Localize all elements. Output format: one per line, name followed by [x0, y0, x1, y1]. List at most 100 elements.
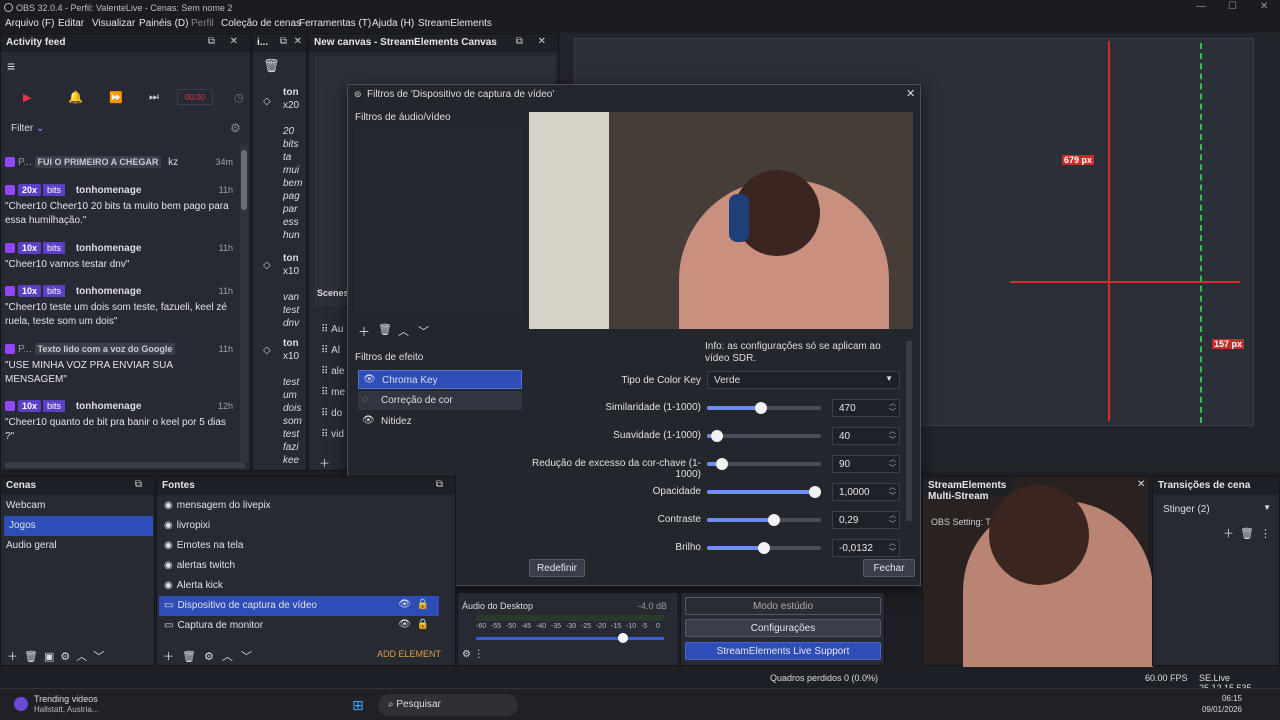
scene-row[interactable]: ⠿ Au: [321, 324, 343, 335]
hamburger-menu-icon[interactable]: ≡: [7, 58, 15, 74]
scene-row[interactable]: ⠿ vid: [321, 429, 344, 440]
spin-arrows-icon[interactable]: ︿ ﹀: [889, 539, 896, 557]
close-icon[interactable]: ✕: [906, 87, 915, 100]
feed-item[interactable]: 10x bits tonhomenage 11h "Cheer10 vamos te…: [5, 242, 237, 272]
scene-toolbar[interactable]: ＋🗑▣⚙︿﹀: [7, 648, 110, 664]
scene-item[interactable]: Jogos: [4, 516, 153, 536]
scene-row[interactable]: ⠿ ale: [321, 366, 344, 377]
source-item[interactable]: ▭ Captura de monitor 👁 🔒: [159, 616, 439, 636]
spin-arrows-icon[interactable]: ︿ ﹀: [889, 427, 896, 445]
filter-item-color-correction[interactable]: ◌ Correção de cor: [358, 391, 522, 410]
setting-slider[interactable]: [707, 458, 821, 470]
search-box[interactable]: ⌕ Pesquisar: [378, 694, 518, 716]
narrow-feed-item[interactable]: ton x10 van test dnv: [283, 252, 307, 330]
scene-item[interactable]: Audio geral: [1, 536, 154, 556]
feed-item[interactable]: P... Texto lido com a voz do Google 11h …: [5, 343, 237, 387]
add-scene-icon[interactable]: ＋: [319, 455, 330, 471]
play-icon[interactable]: ▶: [23, 91, 31, 104]
widgets-icon[interactable]: [14, 697, 28, 711]
setting-spinbox[interactable]: -0,0132 ︿ ﹀: [832, 539, 900, 557]
menu-tools[interactable]: Ferramentas (T): [299, 18, 371, 29]
transition-select[interactable]: Stinger (2) ▼: [1159, 501, 1275, 519]
skip-icon[interactable]: ⏭: [149, 91, 159, 104]
dock-controls[interactable]: ⧉ ✕: [208, 36, 244, 47]
trash-icon[interactable]: 🗑: [263, 58, 280, 74]
history-icon[interactable]: ◷: [234, 91, 244, 104]
source-item[interactable]: ◉ alertas twitch: [159, 556, 439, 576]
spin-arrows-icon[interactable]: ︿ ﹀: [889, 455, 896, 473]
clock-time[interactable]: 06:15: [1192, 694, 1242, 703]
eye-icon[interactable]: 👁: [362, 415, 375, 426]
spin-arrows-icon[interactable]: ︿ ﹀: [889, 511, 896, 529]
source-item[interactable]: ◉ Emotes na tela: [159, 536, 439, 556]
narrow-feed-item[interactable]: ton x10 test um dois som test fazi kee: [283, 337, 307, 467]
menu-view[interactable]: Visualizar: [92, 18, 135, 29]
narrow-feed-item[interactable]: ton x20 20 bits ta mui bem pag par ess hun: [283, 86, 307, 242]
setting-spinbox[interactable]: 0,29 ︿ ﹀: [832, 511, 900, 529]
bell-icon[interactable]: 🔔: [68, 90, 83, 104]
key-type-select[interactable]: Verde ▼: [707, 371, 900, 389]
menu-edit[interactable]: Editar: [58, 18, 84, 29]
lock-icon[interactable]: 🔒: [417, 599, 429, 610]
menu-file[interactable]: Arquivo (F): [5, 18, 54, 29]
close-icon[interactable]: ✕: [1137, 479, 1145, 490]
feed-item[interactable]: 10x bits tonhomenage 12h "Cheer10 quanto d…: [5, 400, 237, 444]
volume-slider[interactable]: [476, 633, 664, 643]
eye-icon[interactable]: ◌: [362, 394, 368, 405]
feed-item[interactable]: P... FUI O PRIMEIRO A CHEGAR kz 34m: [5, 156, 237, 168]
setting-slider[interactable]: [707, 542, 821, 554]
live-support-button[interactable]: StreamElements Live Support: [685, 642, 881, 660]
setting-spinbox[interactable]: 470 ︿ ﹀: [832, 399, 900, 417]
windows-start-icon[interactable]: ⊞: [352, 697, 364, 714]
feed-item[interactable]: 20x bits tonhomenage 11h "Cheer10 Cheer10 …: [5, 184, 237, 228]
dock-controls[interactable]: ⧉: [135, 479, 148, 490]
minimize-icon[interactable]: —: [1196, 1, 1206, 12]
move-down-icon[interactable]: ﹀: [418, 323, 429, 339]
menu-scene-collection[interactable]: Coleção de cenas: [221, 18, 301, 29]
close-window-icon[interactable]: ✕: [1260, 1, 1268, 12]
spin-arrows-icon[interactable]: ︿ ﹀: [889, 399, 896, 417]
add-element-button[interactable]: ADD ELEMENT: [377, 649, 441, 659]
setting-slider[interactable]: [707, 402, 821, 414]
filter-item-chroma-key[interactable]: 👁 Chroma Key: [358, 370, 522, 389]
setting-slider[interactable]: [707, 430, 821, 442]
transition-toolbar[interactable]: ＋🗑⋮: [1223, 525, 1277, 541]
menu-streamelements[interactable]: StreamElements: [418, 18, 492, 29]
lock-icon[interactable]: 🔒: [417, 619, 429, 630]
maximize-icon[interactable]: ☐: [1228, 1, 1237, 12]
scene-row[interactable]: ⠿ me: [321, 387, 345, 398]
setting-spinbox[interactable]: 1,0000 ︿ ﹀: [832, 483, 900, 501]
eye-icon[interactable]: 👁: [398, 619, 411, 630]
scrollbar[interactable]: [240, 144, 248, 462]
filter-dropdown[interactable]: Filter ⌄: [11, 123, 44, 134]
menu-docks[interactable]: Painéis (D): [139, 18, 188, 29]
close-button[interactable]: Fechar: [863, 559, 915, 577]
scene-row[interactable]: ⠿ do: [321, 408, 342, 419]
setting-spinbox[interactable]: 40 ︿ ﹀: [832, 427, 900, 445]
source-toolbar[interactable]: ＋🗑⚙︿﹀: [163, 648, 260, 664]
studio-mode-button[interactable]: Modo estúdio: [685, 597, 881, 615]
fast-forward-icon[interactable]: ⏩: [109, 91, 123, 104]
dock-controls[interactable]: ⧉ ✕: [516, 36, 552, 47]
setting-slider[interactable]: [707, 514, 821, 526]
move-up-icon[interactable]: ︿: [398, 323, 409, 339]
scene-row[interactable]: ⠿ Al: [321, 345, 340, 356]
horizontal-scrollbar[interactable]: [5, 462, 245, 468]
mixer-settings-icon[interactable]: ⚙ ⋮: [462, 649, 484, 660]
reset-button[interactable]: Redefinir: [529, 559, 585, 577]
scene-item[interactable]: Webcam: [1, 496, 154, 516]
filter-item-sharpness[interactable]: 👁 Nitidez: [358, 412, 522, 431]
dock-controls[interactable]: ⧉ ✕: [280, 36, 304, 47]
setting-spinbox[interactable]: 90 ︿ ﹀: [832, 455, 900, 473]
source-item[interactable]: ◉ Alerta kick: [159, 576, 439, 596]
dock-controls[interactable]: ⧉: [436, 479, 449, 490]
setting-slider[interactable]: [707, 486, 821, 498]
feed-item[interactable]: 10x bits tonhomenage 11h "Cheer10 teste um…: [5, 285, 237, 329]
menu-help[interactable]: Ajuda (H): [372, 18, 414, 29]
source-item[interactable]: ◉ livropixi: [159, 516, 439, 536]
trash-icon[interactable]: 🗑: [378, 323, 392, 336]
timer-counter[interactable]: 00:00: [177, 89, 213, 105]
eye-icon[interactable]: 👁: [363, 374, 376, 385]
weather-title[interactable]: Trending videos: [34, 694, 98, 704]
audio-video-filter-list[interactable]: [355, 127, 523, 317]
